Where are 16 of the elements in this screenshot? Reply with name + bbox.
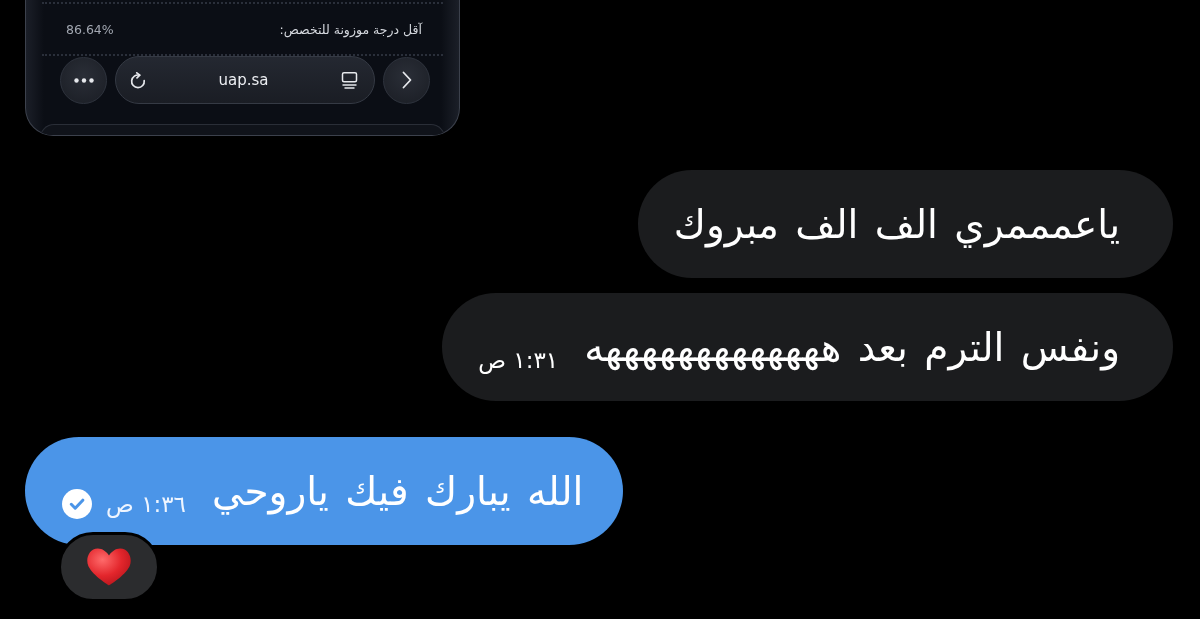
message-time: ١:٣٦ ص bbox=[106, 491, 186, 517]
ellipsis-icon bbox=[73, 77, 94, 83]
score-value: 86.64% bbox=[66, 21, 114, 37]
message-text: الله يبارك فيك ياروحي bbox=[211, 468, 584, 514]
more-button[interactable] bbox=[60, 56, 107, 104]
heart-icon bbox=[87, 548, 131, 586]
chevron-right-icon bbox=[401, 71, 412, 89]
message-time: ١:٣١ ص bbox=[478, 347, 559, 373]
reload-icon[interactable] bbox=[130, 71, 146, 89]
forward-button[interactable] bbox=[383, 56, 430, 104]
message-text: ياعمممري الف الف مبروك bbox=[673, 201, 1120, 247]
url-text: uap.sa bbox=[218, 71, 269, 89]
message-text: ونفس الترم بعد هههههههههههههه bbox=[584, 324, 1120, 370]
address-bar[interactable]: uap.sa bbox=[115, 56, 375, 104]
display-icon[interactable] bbox=[341, 71, 358, 89]
score-label: آقل درجة موزونة للتخصص: bbox=[279, 21, 422, 37]
